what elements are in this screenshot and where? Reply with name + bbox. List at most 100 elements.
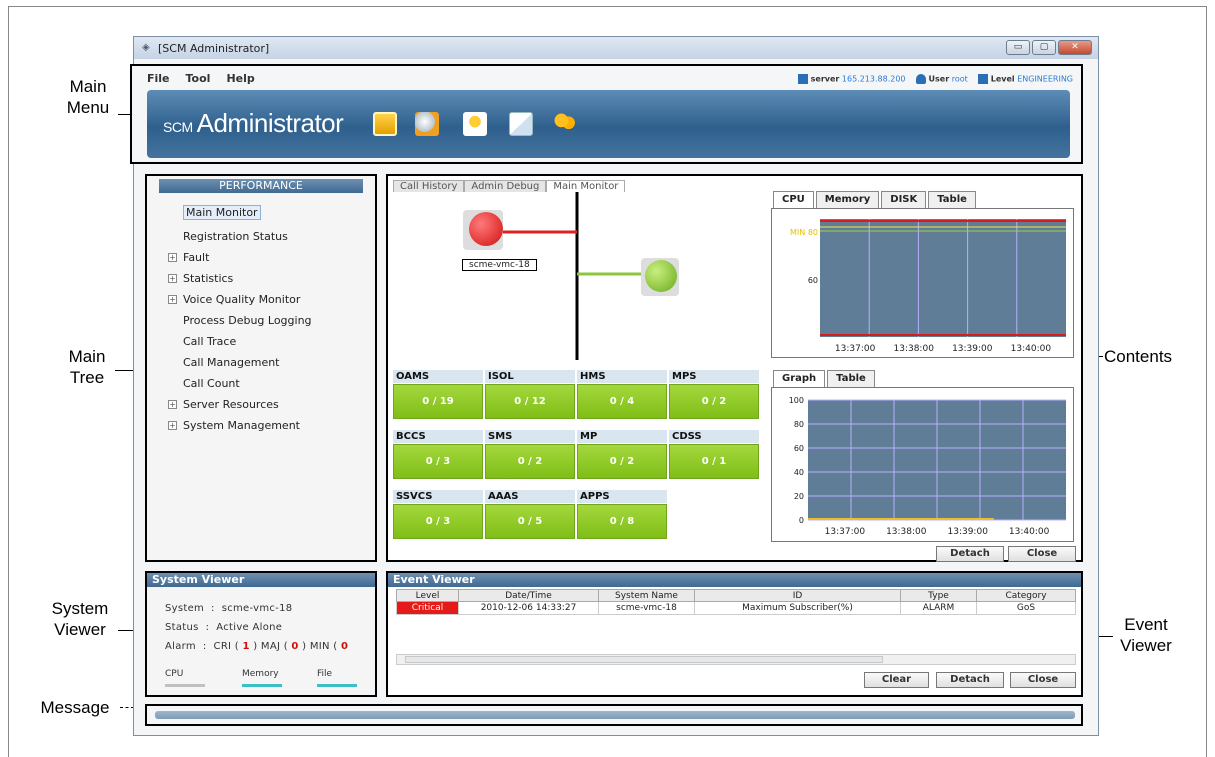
tree-item-main-monitor[interactable]: Main Monitor	[183, 205, 261, 220]
topology-view: scme-vmc-18	[391, 192, 763, 360]
col-level[interactable]: Level	[396, 589, 459, 602]
memory-meter-label: Memory	[242, 669, 279, 679]
tile-header-aaas: AAAS	[485, 490, 575, 503]
y-tick-label: MIN 80	[790, 228, 818, 237]
menu-help[interactable]: Help	[226, 72, 254, 85]
mail-icon[interactable]	[509, 112, 533, 136]
id-cell: Maximum Subscriber(%)	[694, 601, 901, 615]
col-id[interactable]: ID	[694, 589, 901, 602]
tile-apps[interactable]: 0 / 8	[577, 504, 667, 539]
expand-icon[interactable]: +	[168, 274, 177, 283]
cpu-chart: 13:37:00 13:38:00 13:39:00 13:40:00 MIN 80 60	[790, 219, 1066, 354]
maximize-button[interactable]: ▢	[1032, 40, 1056, 55]
tile-aaas[interactable]: 0 / 5	[485, 504, 575, 539]
tile-header-cdss: CDSS	[669, 430, 759, 443]
system-viewer-title: System Viewer	[147, 573, 375, 587]
system-row: System : scme-vmc-18	[165, 603, 293, 614]
tile-ssvcs[interactable]: 0 / 3	[393, 504, 483, 539]
detach-button[interactable]: Detach	[936, 546, 1004, 562]
expand-icon[interactable]: +	[168, 253, 177, 262]
cpu-chart-frame: 13:37:00 13:38:00 13:39:00 13:40:00 MIN 80 60	[771, 208, 1074, 358]
main-tree-panel: PERFORMANCE Main Monitor Registration St…	[145, 174, 377, 562]
tab-call-history[interactable]: Call History	[393, 180, 465, 192]
close-button[interactable]: Close	[1008, 546, 1076, 562]
tab-disk[interactable]: DISK	[881, 191, 927, 208]
menu-file[interactable]: File	[147, 72, 170, 85]
col-system-name[interactable]: System Name	[598, 589, 695, 602]
col-date-time[interactable]: Date/Time	[458, 589, 599, 602]
user-icon	[915, 74, 926, 84]
minimize-button[interactable]: ▭	[1006, 40, 1030, 55]
tile-mp[interactable]: 0 / 2	[577, 444, 667, 479]
tab-table[interactable]: Table	[928, 191, 976, 208]
tile-header-sms: SMS	[485, 430, 575, 443]
tile-mps[interactable]: 0 / 2	[669, 384, 759, 419]
users-icon[interactable]	[553, 112, 577, 136]
server-node-alarm-icon[interactable]	[469, 212, 503, 246]
event-detach-button[interactable]: Detach	[936, 672, 1004, 688]
cpu-meter-label: CPU	[165, 669, 184, 679]
tab-cpu[interactable]: CPU	[773, 191, 814, 208]
tree-item-call-count[interactable]: Call Count	[183, 377, 240, 390]
expand-icon[interactable]: +	[168, 295, 177, 304]
horizontal-scrollbar[interactable]	[396, 654, 1076, 665]
tree-item-server-resources[interactable]: Server Resources	[183, 398, 279, 411]
file-meter	[317, 684, 357, 687]
tile-sms[interactable]: 0 / 2	[485, 444, 575, 479]
message-bar-area	[145, 704, 1083, 726]
tile-oams[interactable]: 0 / 19	[393, 384, 483, 419]
type-cell: ALARM	[900, 601, 977, 615]
callout-event-viewer: Event Viewer	[1120, 615, 1172, 655]
level-cell: Critical	[396, 601, 459, 615]
tab-main-monitor[interactable]: Main Monitor	[546, 180, 626, 192]
tree-item-system-management[interactable]: System Management	[183, 419, 300, 432]
monitor-icon[interactable]	[463, 112, 487, 136]
expand-icon[interactable]: +	[168, 400, 177, 409]
y-tick-label: 80	[794, 420, 804, 429]
alarm-row: Alarm : CRI ( 1 ) MAJ ( 0 ) MIN ( 0	[165, 641, 349, 652]
tile-cdss[interactable]: 0 / 1	[669, 444, 759, 479]
callout-contents: Contents	[1104, 347, 1173, 366]
tile-isol[interactable]: 0 / 12	[485, 384, 575, 419]
menu-tool[interactable]: Tool	[186, 72, 211, 85]
y-tick-label: 40	[794, 468, 804, 477]
main-menu-area: File Tool Help server 165.213.88.200 Use…	[130, 64, 1083, 164]
x-tick-label: 13:39:00	[952, 344, 993, 354]
session-info: server 165.213.88.200 User root Level EN…	[797, 74, 1073, 84]
tab-admin-debug[interactable]: Admin Debug	[464, 180, 547, 192]
tree-item-process-debug-logging[interactable]: Process Debug Logging	[183, 314, 312, 327]
tree-item-call-management[interactable]: Call Management	[183, 356, 280, 369]
performance-report-icon[interactable]	[373, 112, 397, 136]
title-bar: ◈ [SCM Administrator] ▭ ▢ ✕	[134, 37, 1098, 59]
topology-lines	[501, 192, 641, 360]
category-cell: GoS	[976, 601, 1076, 615]
config-gear-icon[interactable]	[415, 112, 439, 136]
tree-item-call-trace[interactable]: Call Trace	[183, 335, 236, 348]
tree-item-statistics[interactable]: Statistics	[183, 272, 233, 285]
memory-meter	[242, 684, 282, 687]
event-viewer-panel: Event Viewer Level Date/Time System Name…	[386, 571, 1083, 697]
tree-item-registration-status[interactable]: Registration Status	[183, 230, 288, 243]
view-tabs: Graph Table	[773, 370, 875, 387]
system-viewer-panel: System Viewer System : scme-vmc-18 Statu…	[145, 571, 377, 697]
expand-icon[interactable]: +	[168, 421, 177, 430]
callout-main-menu: Main Menu	[66, 77, 110, 117]
clear-button[interactable]: Clear	[864, 672, 929, 688]
tile-hms[interactable]: 0 / 4	[577, 384, 667, 419]
tree-item-fault[interactable]: Fault	[183, 251, 209, 264]
tab-memory[interactable]: Memory	[815, 191, 880, 208]
tile-bccs[interactable]: 0 / 3	[393, 444, 483, 479]
tree-item-voice-quality-monitor[interactable]: Voice Quality Monitor	[183, 293, 300, 306]
tab-graph[interactable]: Graph	[773, 370, 826, 387]
tab-table-view[interactable]: Table	[827, 370, 875, 387]
table-row[interactable]: Critical 2010-12-06 14:33:27 scme-vmc-18…	[396, 601, 1076, 615]
event-close-button[interactable]: Close	[1010, 672, 1076, 688]
level-info: Level ENGINEERING	[977, 74, 1073, 84]
scrollbar-thumb[interactable]	[405, 656, 883, 663]
x-tick-label: 13:38:00	[894, 344, 935, 354]
col-category[interactable]: Category	[976, 589, 1076, 602]
col-type[interactable]: Type	[900, 589, 977, 602]
y-tick-label: 60	[794, 444, 804, 453]
switch-node-icon[interactable]	[645, 260, 677, 292]
close-window-button[interactable]: ✕	[1058, 40, 1092, 55]
